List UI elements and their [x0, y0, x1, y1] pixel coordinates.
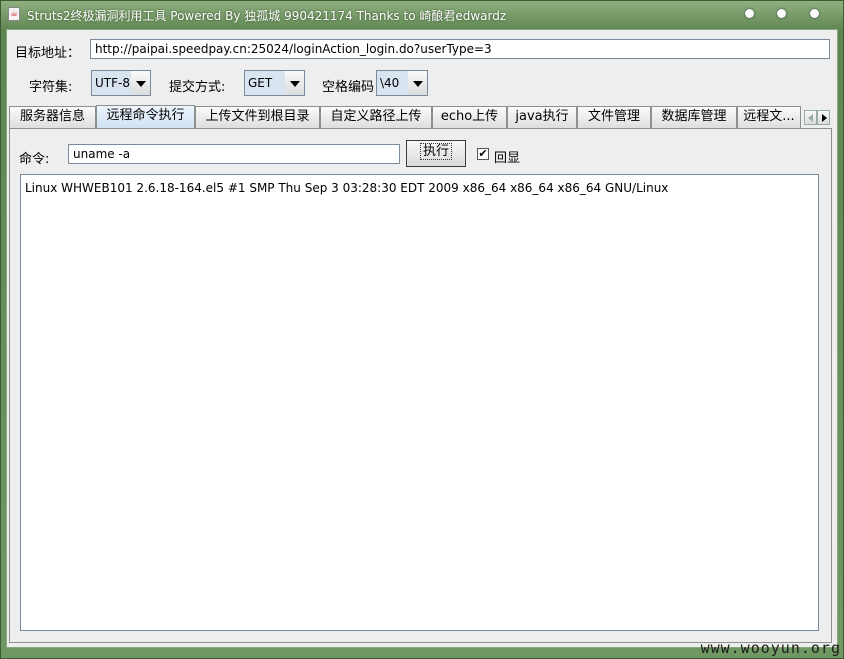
- tab-bar: 服务器信息 远程命令执行 上传文件到根目录 自定义路径上传 echo上传 jav…: [9, 105, 835, 128]
- tab-upload-root[interactable]: 上传文件到根目录: [195, 106, 320, 128]
- space-encoding-select[interactable]: \40: [376, 70, 428, 96]
- chevron-down-icon[interactable]: [131, 71, 150, 95]
- app-window: ☕ Struts2终极漏洞利用工具 Powered By 独孤城 9904211…: [0, 0, 844, 659]
- tab-server-info[interactable]: 服务器信息: [9, 106, 96, 128]
- minimize-button[interactable]: [745, 9, 754, 18]
- tab-remote-command[interactable]: 远程命令执行: [96, 105, 195, 128]
- watermark: www.wooyun.org: [700, 639, 841, 657]
- tab-remote-file[interactable]: 远程文...: [737, 106, 801, 128]
- tab-scroll-right-icon[interactable]: [817, 110, 830, 125]
- command-output[interactable]: Linux WHWEB101 2.6.18-164.el5 #1 SMP Thu…: [20, 174, 819, 631]
- space-encoding-label: 空格编码: [322, 80, 375, 95]
- window-title: Struts2终极漏洞利用工具 Powered By 独孤城 990421174…: [27, 9, 507, 23]
- execute-button-label: 执行: [419, 143, 452, 160]
- command-input[interactable]: uname -a: [68, 144, 400, 164]
- chevron-down-icon[interactable]: [285, 71, 304, 95]
- method-value: GET: [245, 71, 286, 95]
- chevron-down-icon[interactable]: [408, 71, 427, 95]
- tab-java-exec[interactable]: java执行: [507, 106, 577, 128]
- main-content: 目标地址： http://paipai.speedpay.cn:25024/lo…: [6, 29, 838, 648]
- echo-label: 回显: [494, 151, 521, 166]
- space-encoding-value: \40: [377, 71, 409, 95]
- tab-database-manager[interactable]: 数据库管理: [651, 106, 737, 128]
- tab-custom-path-upload[interactable]: 自定义路径上传: [320, 106, 432, 128]
- target-url-label: 目标地址：: [15, 46, 81, 61]
- java-app-icon: ☕: [8, 7, 20, 21]
- close-button[interactable]: [810, 9, 819, 18]
- command-label: 命令:: [19, 152, 50, 167]
- echo-checkbox[interactable]: ✔: [477, 148, 489, 160]
- charset-value: UTF-8: [92, 71, 132, 95]
- tab-echo-upload[interactable]: echo上传: [432, 106, 507, 128]
- maximize-button[interactable]: [777, 9, 786, 18]
- execute-button[interactable]: 执行: [406, 140, 466, 167]
- target-url-input[interactable]: http://paipai.speedpay.cn:25024/loginAct…: [90, 39, 830, 59]
- title-bar[interactable]: ☕ Struts2终极漏洞利用工具 Powered By 独孤城 9904211…: [1, 1, 843, 29]
- charset-label: 字符集:: [29, 80, 73, 95]
- method-select[interactable]: GET: [244, 70, 305, 96]
- charset-select[interactable]: UTF-8: [91, 70, 151, 96]
- method-label: 提交方式:: [169, 80, 226, 95]
- tab-file-manager[interactable]: 文件管理: [577, 106, 651, 128]
- tab-scroll-left-icon[interactable]: [804, 110, 817, 125]
- remote-command-panel: 命令: uname -a 执行 ✔ 回显 Linux WHWEB101 2.6.…: [9, 128, 832, 643]
